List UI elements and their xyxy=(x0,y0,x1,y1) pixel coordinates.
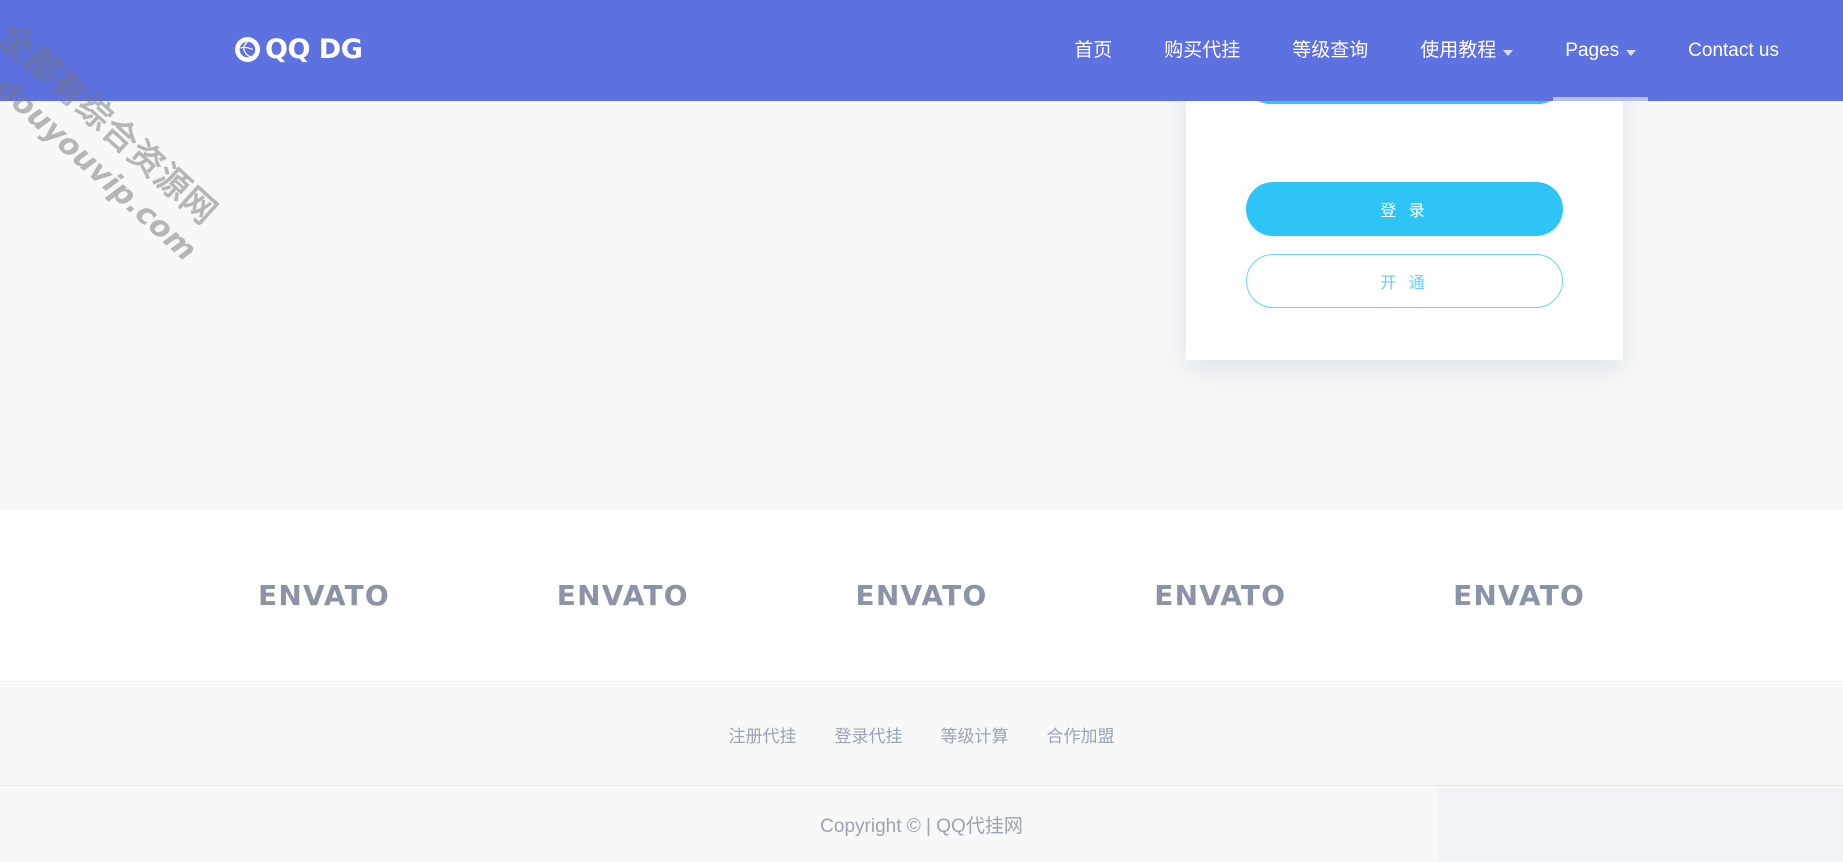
partner-logo[interactable]: ENVATO xyxy=(258,579,390,612)
nav-end-spacer xyxy=(1805,50,1843,51)
nav-item-level-query[interactable]: 等级查询 xyxy=(1266,0,1394,101)
nav-item-home[interactable]: 首页 xyxy=(1048,0,1138,101)
partner-logo[interactable]: ENVATO xyxy=(856,579,988,612)
header-inner: QQ DG 首页 购买代挂 等级查询 使用教程 Pages Contact us xyxy=(0,0,1843,101)
activate-button[interactable]: 开 通 xyxy=(1246,254,1563,308)
nav-item-home-label: 首页 xyxy=(1074,40,1113,61)
nav-item-purchase[interactable]: 购买代挂 xyxy=(1138,0,1266,101)
brand-name: QQ DG xyxy=(265,33,363,65)
footer-link-register[interactable]: 注册代挂 xyxy=(729,722,797,747)
footer-links-bar: 注册代挂 登录代挂 等级计算 合作加盟 xyxy=(0,683,1843,785)
site-header: QQ DG 首页 购买代挂 等级查询 使用教程 Pages Contact us xyxy=(0,0,1843,101)
page-root: 登 录 开 通 QQ DG 首页 购买代挂 等级查询 使用教程 Pages Co… xyxy=(0,0,1843,862)
nav-item-purchase-label: 购买代挂 xyxy=(1164,40,1241,61)
globe-icon xyxy=(235,36,260,62)
copyright-bar: Copyright © | QQ代挂网 xyxy=(0,785,1843,862)
copyright-text: Copyright © | QQ代挂网 xyxy=(820,815,1023,837)
nav-item-level-query-label: 等级查询 xyxy=(1292,40,1369,61)
partner-logo[interactable]: ENVATO xyxy=(557,579,689,612)
footer-link-level-calc[interactable]: 等级计算 xyxy=(941,722,1009,747)
chevron-down-icon xyxy=(1503,49,1514,56)
brand-logo[interactable]: QQ DG xyxy=(235,31,363,67)
partner-logos-row: ENVATO ENVATO ENVATO ENVATO ENVATO xyxy=(0,579,1843,612)
footer-link-partnership[interactable]: 合作加盟 xyxy=(1047,722,1115,747)
main-navigation: 首页 购买代挂 等级查询 使用教程 Pages Contact us xyxy=(1048,0,1843,101)
footer-links: 注册代挂 登录代挂 等级计算 合作加盟 xyxy=(729,722,1115,747)
nav-item-tutorial-label: 使用教程 xyxy=(1420,40,1497,61)
partner-logo[interactable]: ENVATO xyxy=(1154,579,1286,612)
nav-item-pages-label: Pages xyxy=(1565,40,1620,61)
nav-item-contact-us[interactable]: Contact us xyxy=(1662,0,1805,101)
chevron-down-icon xyxy=(1626,49,1637,56)
nav-item-contact-us-label: Contact us xyxy=(1688,40,1779,61)
partner-logos-section: ENVATO ENVATO ENVATO ENVATO ENVATO xyxy=(0,510,1843,682)
login-button[interactable]: 登 录 xyxy=(1246,182,1563,236)
footer-link-login[interactable]: 登录代挂 xyxy=(835,722,903,747)
nav-item-pages[interactable]: Pages xyxy=(1539,0,1662,101)
partner-logo[interactable]: ENVATO xyxy=(1453,579,1585,612)
nav-item-tutorial[interactable]: 使用教程 xyxy=(1394,0,1539,101)
